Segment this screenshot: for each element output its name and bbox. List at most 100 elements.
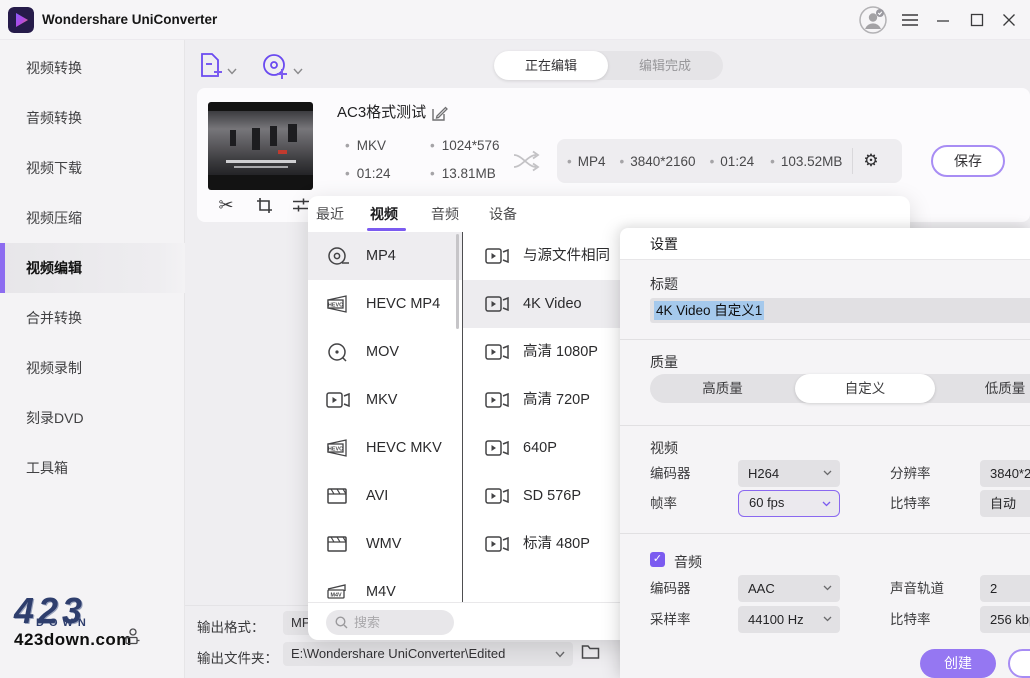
output-format-label: 输出格式： — [197, 616, 265, 636]
channel-label: 声音轨道 — [890, 575, 944, 602]
video-thumbnail[interactable] — [208, 102, 313, 190]
format-item-mov[interactable]: MOV — [308, 328, 462, 376]
samplerate-select[interactable]: 44100 Hz — [738, 606, 840, 633]
search-input[interactable] — [354, 615, 439, 630]
samplerate-label: 采样率 — [650, 606, 691, 633]
sidebar-item-video-download[interactable]: 视频下载 — [0, 143, 185, 193]
source-resolution: 1024*576 — [430, 137, 500, 155]
svg-text:HEVC: HEVC — [328, 303, 343, 309]
output-resolution: 3840*2160 — [620, 154, 696, 169]
sidebar-item-video-edit[interactable]: 视频编辑 — [0, 243, 185, 293]
audio-checkbox[interactable]: ✓ — [650, 552, 665, 567]
format-list-scrollbar[interactable] — [456, 234, 459, 329]
source-format: MKV — [345, 137, 386, 155]
output-info-pill: MP4 3840*2160 01:24 103.52MB ⚙ — [557, 139, 902, 183]
format-item-avi[interactable]: AVI — [308, 472, 462, 520]
format-item-mkv[interactable]: MKV — [308, 376, 462, 424]
title-input-selected-text: 4K Video 自定义1 — [654, 301, 764, 320]
format-item-hevc-mp4[interactable]: HEVC HEVC MP4 — [308, 280, 462, 328]
channel-field[interactable]: 2 — [980, 575, 1030, 602]
create-button[interactable]: 创建 — [920, 649, 996, 678]
popup-tab-video[interactable]: 视频 — [370, 196, 398, 232]
framerate-label: 帧率 — [650, 490, 677, 517]
add-disc-button[interactable] — [262, 53, 289, 84]
audio-bitrate-label: 比特率 — [890, 606, 931, 633]
watermark-423down: 423 DOWN 423down.com — [14, 596, 164, 651]
menu-icon[interactable] — [899, 10, 921, 30]
maximize-button[interactable] — [966, 10, 988, 30]
active-tab-underline — [367, 228, 406, 231]
quality-option-low[interactable]: 低质量 — [935, 374, 1030, 403]
sidebar-item-video-compress[interactable]: 视频压缩 — [0, 193, 185, 243]
settings-title: 设置 — [650, 228, 678, 260]
trim-scissors-icon[interactable]: ✂ — [216, 195, 236, 215]
audio-encoder-label: 编码器 — [650, 575, 691, 602]
settings-header: 设置 — [620, 228, 1030, 260]
secondary-button-partial[interactable] — [1008, 649, 1030, 678]
output-duration: 01:24 — [710, 154, 755, 169]
section-divider — [620, 339, 1030, 340]
tab-edit-done[interactable]: 编辑完成 — [608, 51, 722, 80]
title-input[interactable]: 4K Video 自定义1 — [650, 298, 1030, 323]
sidebar-item-video-convert[interactable]: 视频转换 — [0, 43, 185, 93]
add-file-chevron-icon[interactable] — [227, 62, 237, 80]
format-item-hevc-mkv[interactable]: HEVC HEVC MKV — [308, 424, 462, 472]
framerate-select[interactable]: 60 fps — [738, 490, 840, 517]
close-button[interactable] — [998, 10, 1020, 30]
format-item-mp4[interactable]: MP4 — [308, 232, 462, 280]
video-bitrate-field[interactable]: 自动 — [980, 490, 1030, 517]
save-button[interactable]: 保存 — [931, 145, 1005, 177]
popup-tab-audio[interactable]: 音频 — [431, 196, 459, 232]
quality-segmented-control: 高质量 自定义 低质量 — [650, 374, 1030, 403]
watermark-text-url: 423down.com — [14, 629, 164, 651]
watermark-text-down: DOWN — [36, 617, 164, 629]
video-bitrate-label: 比特率 — [890, 490, 931, 517]
output-format: MP4 — [567, 154, 606, 169]
sidebar-item-screen-record[interactable]: 视频录制 — [0, 343, 185, 393]
sidebar-item-audio-convert[interactable]: 音频转换 — [0, 93, 185, 143]
minimize-button[interactable] — [932, 10, 954, 30]
audio-encoder-select[interactable]: AAC — [738, 575, 840, 602]
popup-tab-device[interactable]: 设备 — [489, 196, 517, 232]
svg-text:M4V: M4V — [330, 593, 341, 599]
search-icon — [335, 616, 348, 629]
output-settings-gear-icon[interactable]: ⚙ — [863, 151, 878, 171]
sidebar-item-merge-convert[interactable]: 合并转换 — [0, 293, 185, 343]
quality-option-custom[interactable]: 自定义 — [795, 374, 935, 403]
open-folder-icon[interactable] — [581, 643, 600, 665]
chevron-down-icon — [823, 585, 832, 591]
quality-option-high[interactable]: 高质量 — [650, 374, 795, 403]
output-folder-path: E:\Wondershare UniConverter\Edited — [291, 646, 505, 661]
resolution-label: 分辨率 — [890, 460, 931, 487]
video-section-label: 视频 — [650, 438, 678, 458]
sidebar-item-burn-dvd[interactable]: 刻录DVD — [0, 393, 185, 443]
section-divider — [620, 533, 1030, 534]
section-divider — [620, 425, 1030, 426]
output-folder-select[interactable]: E:\Wondershare UniConverter\Edited — [283, 642, 573, 666]
folder-chevron-down-icon — [555, 651, 565, 658]
file-title: AC3格式测试 — [337, 102, 426, 124]
chevron-down-icon — [822, 501, 831, 507]
audio-bitrate-field[interactable]: 256 kbps — [980, 606, 1030, 633]
rename-icon[interactable] — [431, 105, 448, 127]
app-title: Wondershare UniConverter — [42, 0, 217, 40]
add-disc-chevron-icon[interactable] — [293, 62, 303, 80]
sidebar-item-toolbox[interactable]: 工具箱 — [0, 443, 185, 493]
video-encoder-select[interactable]: H264 — [738, 460, 840, 487]
quality-label: 质量 — [650, 352, 678, 372]
title-label: 标题 — [650, 274, 678, 294]
audio-section-label: 音频 — [674, 552, 702, 572]
source-duration: 01:24 — [345, 165, 391, 183]
crop-icon[interactable] — [254, 195, 274, 215]
popup-tab-recent[interactable]: 最近 — [316, 196, 344, 232]
resolution-value-field[interactable]: 3840*2160 — [980, 460, 1030, 487]
search-box[interactable] — [326, 610, 454, 635]
account-avatar[interactable] — [858, 5, 888, 35]
add-file-button[interactable] — [198, 52, 224, 84]
video-encoder-label: 编码器 — [650, 460, 691, 487]
tab-editing[interactable]: 正在编辑 — [494, 51, 608, 80]
format-item-wmv[interactable]: WMV — [308, 520, 462, 568]
title-bar: Wondershare UniConverter — [0, 0, 1030, 40]
chevron-down-icon — [823, 470, 832, 476]
devices-icon — [124, 628, 140, 650]
